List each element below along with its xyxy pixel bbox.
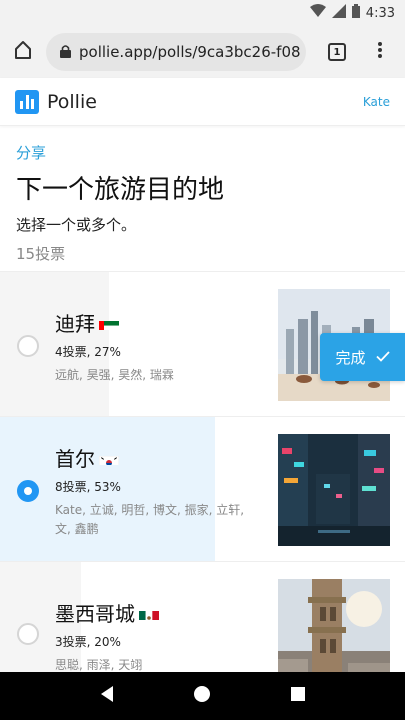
option-stats: 3投票, 20% bbox=[55, 635, 121, 649]
option-stats: 8投票, 53% bbox=[55, 480, 121, 494]
battery-icon bbox=[351, 4, 360, 22]
status-bar: 4:33 bbox=[0, 0, 405, 26]
system-nav-bar bbox=[0, 672, 405, 720]
done-label: 完成 bbox=[335, 348, 366, 367]
option-name: 墨西哥城 bbox=[55, 602, 135, 626]
option-name: 首尔 bbox=[55, 447, 95, 471]
poll-option-seoul[interactable]: 首尔 8投票, 53% Kate, 立诚, 明哲, 博文, 振家, 立轩, 文,… bbox=[0, 417, 405, 562]
seoul-street-image bbox=[278, 434, 390, 546]
option-name-row: 迪拜 bbox=[55, 308, 255, 337]
check-icon bbox=[375, 348, 390, 366]
option-name: 迪拜 bbox=[55, 312, 95, 336]
more-vert-icon bbox=[378, 42, 382, 62]
recents-icon[interactable] bbox=[290, 686, 306, 706]
option-name-row: 墨西哥城 bbox=[55, 598, 255, 627]
poll-header: 分享 下一个旅游目的地 选择一个或多个。 15投票 bbox=[0, 126, 405, 272]
url-text: pollie.app/polls/9ca3bc26-f08 bbox=[79, 43, 301, 61]
browser-menu-button[interactable] bbox=[362, 26, 398, 78]
option-name-row: 首尔 bbox=[55, 443, 255, 472]
poll-title: 下一个旅游目的地 bbox=[16, 175, 225, 205]
signal-icon bbox=[331, 4, 346, 22]
back-icon[interactable] bbox=[99, 685, 115, 707]
poll-vote-total: 15投票 bbox=[16, 245, 66, 263]
browser-toolbar: pollie.app/polls/9ca3bc26-f08 1 bbox=[0, 26, 405, 78]
lock-icon bbox=[60, 43, 71, 62]
share-link[interactable]: 分享 bbox=[16, 142, 389, 163]
app-header: Pollie Kate bbox=[0, 78, 405, 126]
option-radio[interactable] bbox=[17, 623, 39, 645]
home-button[interactable] bbox=[0, 26, 46, 78]
poll-subtitle: 选择一个或多个。 bbox=[16, 216, 137, 234]
done-button[interactable]: 完成 bbox=[320, 333, 405, 381]
home-icon bbox=[13, 40, 33, 64]
option-voters: 远航, 昊强, 昊然, 瑞霖 bbox=[55, 368, 174, 382]
brand-name[interactable]: Pollie bbox=[47, 91, 97, 113]
mexico-flag-icon bbox=[139, 606, 159, 620]
korea-flag-icon bbox=[99, 451, 119, 465]
tab-count: 1 bbox=[328, 43, 346, 61]
home-circle-icon[interactable] bbox=[193, 685, 211, 707]
wifi-icon bbox=[309, 4, 326, 22]
tabs-button[interactable]: 1 bbox=[312, 26, 362, 78]
option-radio[interactable] bbox=[17, 480, 39, 502]
user-link[interactable]: Kate bbox=[363, 95, 390, 109]
pollie-logo-icon[interactable] bbox=[15, 89, 39, 114]
status-time: 4:33 bbox=[365, 5, 395, 21]
address-bar[interactable]: pollie.app/polls/9ca3bc26-f08 bbox=[46, 33, 306, 71]
option-voters: Kate, 立诚, 明哲, 博文, 振家, 立轩, 文, 鑫鹏 bbox=[55, 503, 245, 536]
option-radio[interactable] bbox=[17, 335, 39, 357]
option-stats: 4投票, 27% bbox=[55, 345, 121, 359]
uae-flag-icon bbox=[99, 316, 119, 330]
